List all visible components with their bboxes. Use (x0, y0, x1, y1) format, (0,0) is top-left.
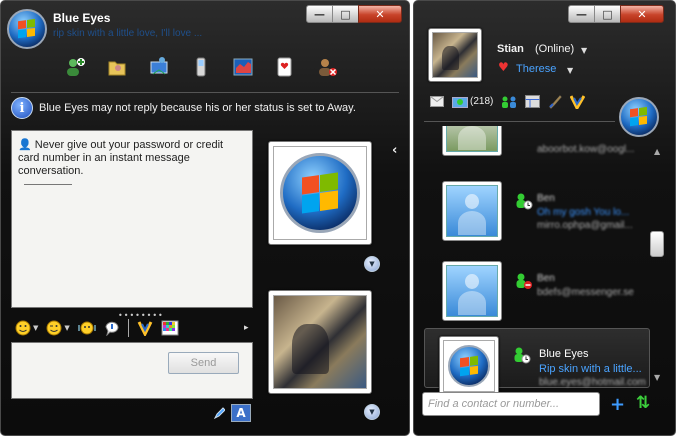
minimize-button[interactable]: — (568, 5, 595, 23)
window-controls: — □ ✕ (306, 5, 402, 23)
conversation-window: Blue Eyes rip skin with a little love, I… (0, 0, 410, 436)
user-status[interactable]: (Online) (535, 43, 574, 55)
close-button[interactable]: ✕ (358, 5, 402, 23)
search-input[interactable]: Find a contact or number... (422, 392, 600, 416)
contact-item-selected[interactable]: Blue Eyes Rip skin with a little... blue… (424, 328, 650, 396)
message-divider (24, 184, 72, 185)
windows-logo-icon (448, 345, 490, 387)
security-warning: 👤 Never give out your password or credit… (18, 139, 246, 178)
contact-email: bdefs@messenger.se (537, 287, 634, 298)
mail-icon[interactable] (430, 96, 444, 107)
contact-email: mirro.ophpa@gmail... (537, 220, 633, 231)
toolbar-divider (11, 92, 399, 93)
contact-name: Ben (537, 273, 555, 284)
send-button[interactable]: Send (168, 352, 239, 374)
list-divider (424, 121, 615, 122)
psm-dropdown-icon[interactable]: ▼ (567, 66, 573, 75)
block-contact-icon[interactable] (313, 53, 341, 81)
font-icon[interactable] (137, 320, 153, 336)
contact-item[interactable]: Ben Oh my gosh You lo... mirro.ophpa@gma… (422, 179, 658, 259)
status-dropdown-icon[interactable]: ▼ (581, 46, 587, 55)
contact-email: blue.eyes@hotmail.com (539, 377, 646, 388)
contact-avatar (442, 181, 502, 241)
contact-psm: Rip skin with a little... (539, 363, 642, 375)
my-picture-menu-button[interactable]: ▼ (364, 404, 380, 420)
nudge-icon[interactable] (78, 320, 96, 336)
scroll-down-arrow-icon[interactable]: ▼ (654, 373, 660, 382)
contact-email: aboorbot.kow@oogl... (537, 144, 635, 155)
video-call-icon[interactable] (145, 53, 173, 81)
status-away-icon (513, 346, 531, 368)
contact-avatar (439, 336, 499, 396)
contact-list-toolbar: (218) (430, 94, 586, 109)
contact-name: Blue Eyes (539, 348, 589, 360)
scrollbar-thumb[interactable] (650, 231, 664, 257)
contact-item[interactable]: aboorbot.kow@oogl... (422, 126, 658, 161)
window-controls: — □ ✕ (568, 5, 664, 23)
sort-contacts-button[interactable]: ⇅ (636, 393, 650, 413)
contact-name: Ben (537, 193, 555, 204)
conversation-history[interactable]: 👤 Never give out your password or credit… (11, 130, 253, 308)
invite-contact-icon[interactable] (61, 53, 89, 81)
inbox-button[interactable]: (218) (452, 95, 493, 108)
call-phone-icon[interactable] (187, 53, 215, 81)
more-formatting-arrow[interactable]: ▸ (244, 323, 249, 333)
background-icon[interactable] (161, 320, 179, 336)
format-divider (127, 319, 129, 337)
scroll-up-arrow-icon[interactable]: ▲ (654, 147, 660, 156)
send-files-icon[interactable] (103, 53, 131, 81)
voice-clip-icon[interactable] (104, 320, 120, 336)
user-personal-message[interactable]: Therese (516, 63, 556, 75)
away-notice-bar: i Blue Eyes may not reply because his or… (11, 97, 356, 119)
my-avatar[interactable] (428, 28, 482, 82)
minimize-button[interactable]: — (306, 5, 333, 23)
contact-avatar (442, 261, 502, 321)
user-display-name[interactable]: Stian (497, 43, 524, 55)
status-busy-icon (515, 272, 533, 294)
info-icon: i (11, 97, 33, 119)
messenger-logo-icon[interactable] (570, 94, 586, 109)
contact-item[interactable]: Ben bdefs@messenger.se (422, 259, 658, 339)
close-button[interactable]: ✕ (620, 5, 664, 23)
message-compose-area[interactable]: Send (11, 342, 253, 399)
person-icon: 👤 (18, 139, 32, 151)
contact-list-window: — □ ✕ Stian (Online) ▼ ♥ Therese ▼ (218)… (413, 0, 676, 436)
activities-icon[interactable] (229, 53, 257, 81)
maximize-button[interactable]: □ (332, 5, 359, 23)
my-display-picture[interactable] (268, 290, 372, 394)
text-mode-icon[interactable]: A (231, 404, 251, 422)
wink-icon[interactable]: ▼ (46, 320, 70, 336)
add-contact-button[interactable]: + (610, 394, 625, 415)
maximize-button[interactable]: □ (594, 5, 621, 23)
windows-logo-icon (280, 153, 360, 233)
customize-brush-icon[interactable] (548, 94, 563, 109)
handwriting-pen-icon[interactable] (209, 404, 229, 422)
conversation-toolbar (61, 53, 341, 81)
contact-picture-menu-button[interactable]: ▼ (364, 256, 380, 272)
windows-orb-icon (7, 9, 47, 49)
mail-count: (218) (470, 96, 494, 107)
away-notice-text: Blue Eyes may not reply because his or h… (39, 102, 356, 114)
contact-personal-message: rip skin with a little love, I'll love .… (53, 28, 203, 39)
conversation-title: Blue Eyes (53, 11, 111, 25)
contact-psm: Oh my gosh You lo... (537, 207, 630, 218)
formatting-toolbar: ▼ ▼ (15, 319, 179, 337)
layout-icon[interactable] (525, 95, 541, 108)
contacts-icon[interactable] (501, 95, 517, 109)
contact-display-picture[interactable] (268, 141, 372, 245)
collapse-pictures-chevron-icon[interactable]: ‹ (392, 143, 397, 158)
security-warning-text: Never give out your password or credit c… (18, 139, 224, 177)
status-away-icon (515, 192, 533, 214)
emoticon-icon[interactable]: ▼ (15, 320, 38, 336)
games-icon[interactable] (271, 53, 299, 81)
heart-icon: ♥ (498, 60, 509, 74)
